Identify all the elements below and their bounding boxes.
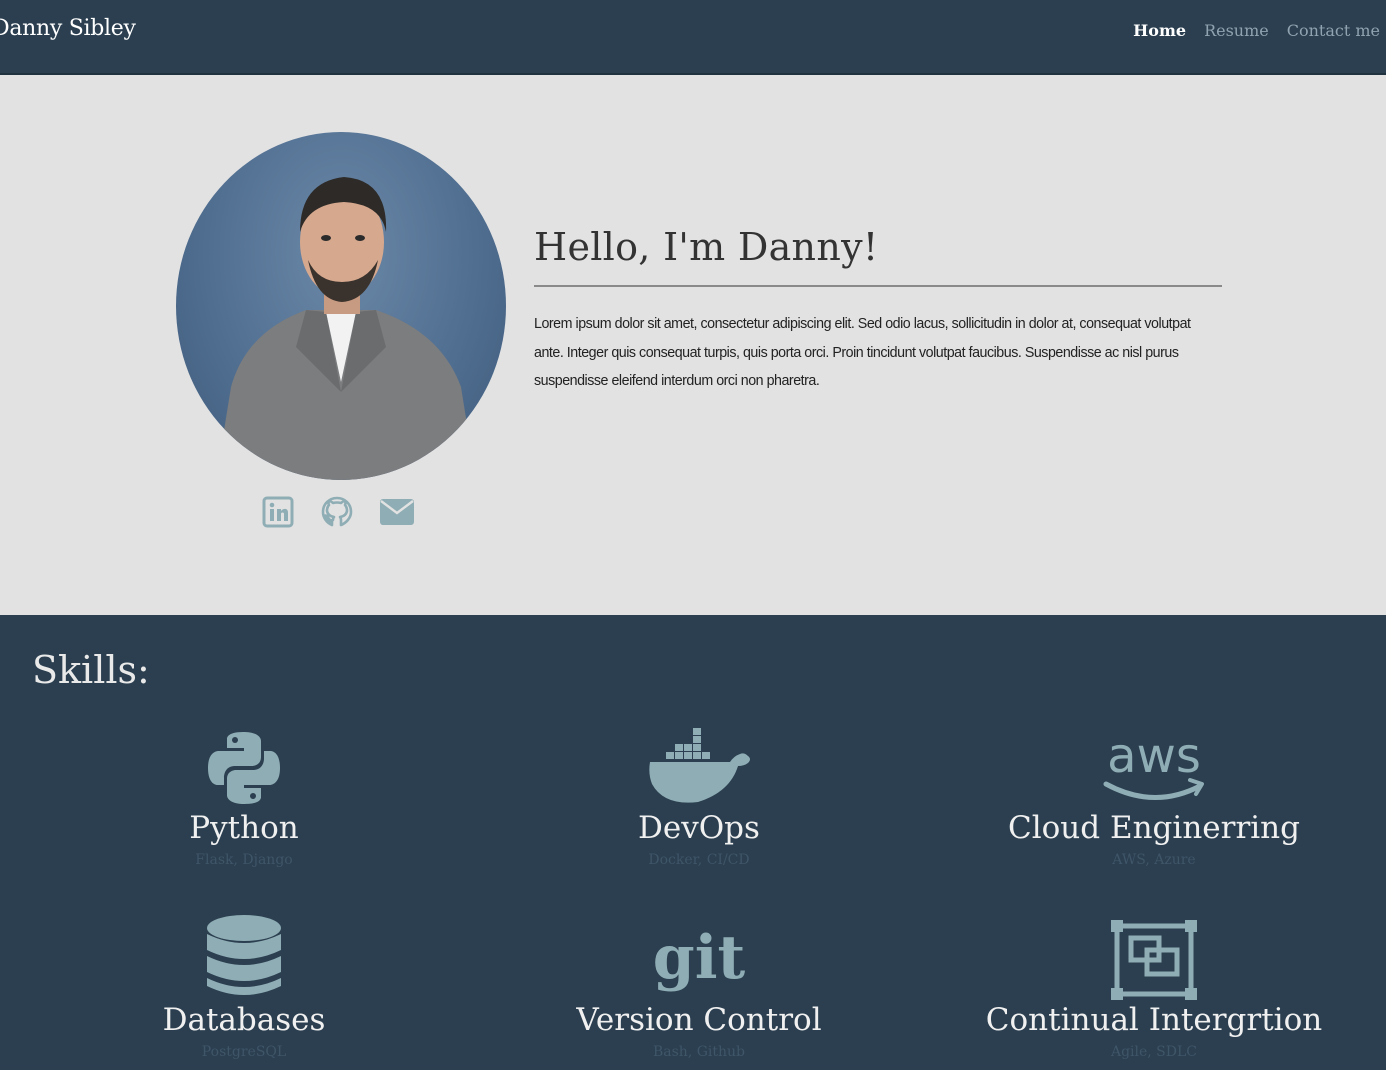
skill-name: Cloud Enginerring [1008,810,1300,846]
skill-detail: Docker, CI/CD [648,852,750,868]
hero-section: Hello, I'm Danny! Lorem ipsum dolor sit … [0,75,1386,615]
skill-integration: Continual Intergrtion Agile, SDLC [944,912,1364,1060]
skill-name: DevOps [638,810,760,846]
profile-photo [176,132,506,480]
skill-name: Python [189,810,299,846]
social-links [262,495,414,533]
skill-name: Continual Intergrtion [985,1002,1323,1038]
skill-databases: Databases PostgreSQL [34,912,454,1060]
python-icon [34,720,454,808]
envelope-icon[interactable] [380,499,414,529]
navbar: Danny Sibley Home Resume Contact me [0,0,1386,75]
nav-link-home[interactable]: Home [1133,21,1186,40]
nav-link-contact[interactable]: Contact me [1287,21,1380,40]
nav-link-resume[interactable]: Resume [1204,21,1269,40]
svg-text:aws: aws [1107,728,1201,784]
integration-icon [944,912,1364,1000]
skill-detail: Bash, Github [652,1044,746,1060]
github-icon[interactable] [320,495,354,533]
skill-python: Python Flask, Django [34,720,454,868]
svg-text:git: git [653,923,746,993]
nav-links: Home Resume Contact me [1133,21,1380,40]
skill-cloud: aws Cloud Enginerring AWS, Azure [944,720,1364,868]
brand-name[interactable]: Danny Sibley [0,16,136,41]
database-icon [34,912,454,1000]
skill-name: Version Control [576,1002,822,1038]
skill-detail: Agile, SDLC [1110,1044,1198,1060]
aws-icon: aws [944,720,1364,808]
skill-devops: DevOps Docker, CI/CD [489,720,909,868]
skills-heading: Skills: [32,648,150,692]
skill-detail: PostgreSQL [201,1044,287,1060]
hero-heading: Hello, I'm Danny! [534,225,879,269]
hero-divider [534,285,1222,287]
linkedin-icon[interactable] [262,496,294,532]
skill-detail: AWS, Azure [1112,852,1196,868]
skill-name: Databases [162,1002,326,1038]
skill-detail: Flask, Django [195,852,293,868]
docker-icon [489,720,909,808]
hero-intro: Lorem ipsum dolor sit amet, consectetur … [534,315,1191,389]
git-icon: git [489,912,909,1000]
skill-version-control: git Version Control Bash, Github [489,912,909,1060]
